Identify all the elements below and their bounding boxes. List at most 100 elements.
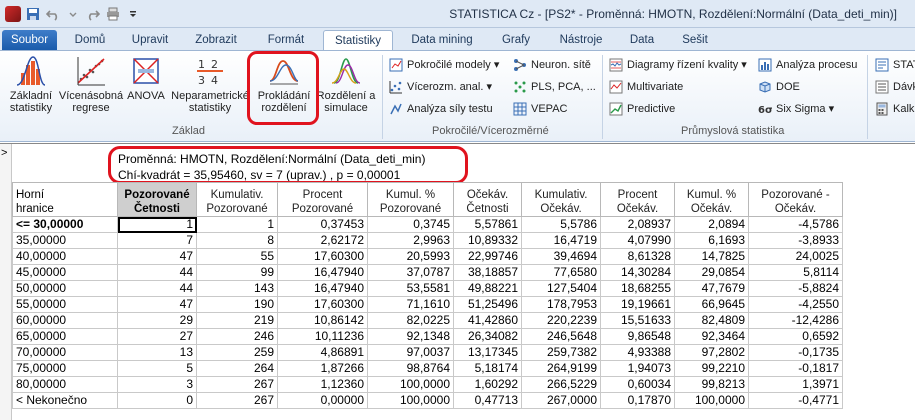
table-cell[interactable]: 47 (117, 296, 197, 313)
tab-sesit[interactable]: Sešit (672, 30, 718, 50)
column-header[interactable]: Procent Pozorované (277, 182, 368, 217)
table-cell[interactable]: 10,89332 (453, 232, 522, 249)
table-cell[interactable]: 0,6592 (748, 328, 843, 345)
table-cell[interactable]: -4,2550 (748, 296, 843, 313)
table-cell[interactable]: 47,7679 (674, 280, 749, 297)
table-cell[interactable]: 7 (117, 232, 197, 249)
row-label-cell[interactable]: 40,00000 (12, 248, 118, 265)
column-header[interactable]: Kumulativ. Pozorované (196, 182, 278, 217)
row-label-cell[interactable]: 60,00000 (12, 312, 118, 329)
table-cell[interactable]: 2,9963 (367, 232, 454, 249)
table-cell[interactable]: 99,8213 (674, 376, 749, 393)
table-cell[interactable]: -3,8933 (748, 232, 843, 249)
table-cell[interactable]: 77,6580 (521, 264, 601, 281)
table-cell[interactable]: -12,4286 (748, 312, 843, 329)
table-cell[interactable]: 66,9645 (674, 296, 749, 313)
pls-pca-button[interactable]: PLS, PCA, ... (513, 78, 596, 96)
table-cell[interactable]: 44 (117, 280, 197, 297)
table-cell[interactable]: 20,5993 (367, 248, 454, 265)
table-cell[interactable]: 8 (196, 232, 278, 249)
table-cell[interactable]: 143 (196, 280, 278, 297)
table-cell[interactable]: 127,5404 (521, 280, 601, 297)
table-cell[interactable]: 99 (196, 264, 278, 281)
table-cell[interactable]: 0,60034 (600, 376, 675, 393)
table-cell[interactable]: 5,57861 (453, 216, 522, 233)
table-cell[interactable]: 14,7825 (674, 248, 749, 265)
print-icon[interactable] (104, 5, 121, 22)
table-cell[interactable]: 0 (117, 392, 197, 409)
column-header[interactable]: Očekáv. Četnosti (453, 182, 522, 217)
table-cell[interactable]: 4,86891 (277, 344, 368, 361)
table-cell[interactable]: 267 (196, 376, 278, 393)
table-cell[interactable]: 37,0787 (367, 264, 454, 281)
table-cell[interactable]: 100,0000 (367, 392, 454, 409)
table-cell[interactable]: 29 (117, 312, 197, 329)
row-label-cell[interactable]: 80,00000 (12, 376, 118, 393)
undo-dropdown-icon[interactable] (64, 5, 81, 22)
table-cell[interactable]: -0,1817 (748, 360, 843, 377)
multiple-regression-button[interactable]: Vícenásobná regrese (58, 55, 124, 125)
table-cell[interactable]: 51,25496 (453, 296, 522, 313)
anova-button[interactable]: ANOVA (124, 55, 168, 125)
table-cell[interactable]: 17,60300 (277, 296, 368, 313)
table-cell[interactable]: 4,93388 (600, 344, 675, 361)
table-cell[interactable]: 97,0037 (367, 344, 454, 361)
advanced-models-button[interactable]: Pokročilé modely ▾ (389, 56, 499, 74)
table-cell[interactable]: 10,86142 (277, 312, 368, 329)
table-cell[interactable]: 92,3464 (674, 328, 749, 345)
table-cell[interactable]: 17,60300 (277, 248, 368, 265)
row-label-cell[interactable]: 35,00000 (12, 232, 118, 249)
column-header[interactable]: Kumul. % Pozorované (367, 182, 454, 217)
row-label-cell[interactable]: 70,00000 (12, 344, 118, 361)
table-cell[interactable]: 100,0000 (674, 392, 749, 409)
tab-nastroje[interactable]: Nástroje (552, 30, 610, 50)
predictive-button[interactable]: Predictive (609, 100, 675, 118)
table-cell[interactable]: 2,08937 (600, 216, 675, 233)
row-label-cell[interactable]: 50,00000 (12, 280, 118, 297)
table-cell[interactable]: 49,88221 (453, 280, 522, 297)
table-cell[interactable]: 264 (196, 360, 278, 377)
table-cell[interactable]: 16,47940 (277, 280, 368, 297)
table-cell[interactable]: 1,94073 (600, 360, 675, 377)
table-cell[interactable]: 92,1348 (367, 328, 454, 345)
neural-networks-button[interactable]: Neuron. sítě (513, 56, 591, 74)
column-header[interactable]: Kumulativ. Očekáv. (521, 182, 601, 217)
app-icon[interactable] (4, 5, 21, 22)
distribution-simulation-button[interactable]: Rozdělení a simulace (314, 55, 378, 125)
table-cell[interactable]: 1 (117, 216, 197, 233)
table-cell[interactable]: 26,34082 (453, 328, 522, 345)
table-cell[interactable]: 9,86548 (600, 328, 675, 345)
table-cell[interactable]: 19,19661 (600, 296, 675, 313)
table-cell[interactable]: 259,7382 (521, 344, 601, 361)
table-cell[interactable]: 16,4719 (521, 232, 601, 249)
table-cell[interactable]: 246 (196, 328, 278, 345)
batch-button[interactable]: Dávk (875, 78, 915, 96)
table-cell[interactable]: 10,11236 (277, 328, 368, 345)
column-header[interactable]: Kumul. % Očekáv. (674, 182, 749, 217)
table-cell[interactable]: 220,2239 (521, 312, 601, 329)
table-cell[interactable]: 264,9199 (521, 360, 601, 377)
table-cell[interactable]: 1,3971 (748, 376, 843, 393)
tab-soubor[interactable]: Soubor (2, 30, 57, 50)
row-label-cell[interactable]: 55,00000 (12, 296, 118, 313)
table-cell[interactable]: 0,37453 (277, 216, 368, 233)
table-cell[interactable]: 53,5581 (367, 280, 454, 297)
table-cell[interactable]: 29,0854 (674, 264, 749, 281)
table-cell[interactable]: 0,17870 (600, 392, 675, 409)
table-cell[interactable]: 41,42860 (453, 312, 522, 329)
table-cell[interactable]: 13,17345 (453, 344, 522, 361)
table-cell[interactable]: 98,8764 (367, 360, 454, 377)
column-header[interactable]: Horní hranice (12, 182, 118, 217)
table-cell[interactable]: 16,47940 (277, 264, 368, 281)
table-cell[interactable]: 2,62172 (277, 232, 368, 249)
table-cell[interactable]: 24,0025 (748, 248, 843, 265)
table-cell[interactable]: -5,8824 (748, 280, 843, 297)
column-header[interactable]: Procent Očekáv. (600, 182, 675, 217)
table-cell[interactable]: 1 (196, 216, 278, 233)
table-cell[interactable]: 27 (117, 328, 197, 345)
tab-zobrazit[interactable]: Zobrazit (184, 30, 248, 50)
tab-domu[interactable]: Domů (62, 30, 118, 50)
vepac-button[interactable]: VEPAC (513, 100, 567, 118)
nonparametric-button[interactable]: 1234 Neparametrické statistiky (168, 55, 252, 125)
tab-grafy[interactable]: Grafy (492, 30, 540, 50)
